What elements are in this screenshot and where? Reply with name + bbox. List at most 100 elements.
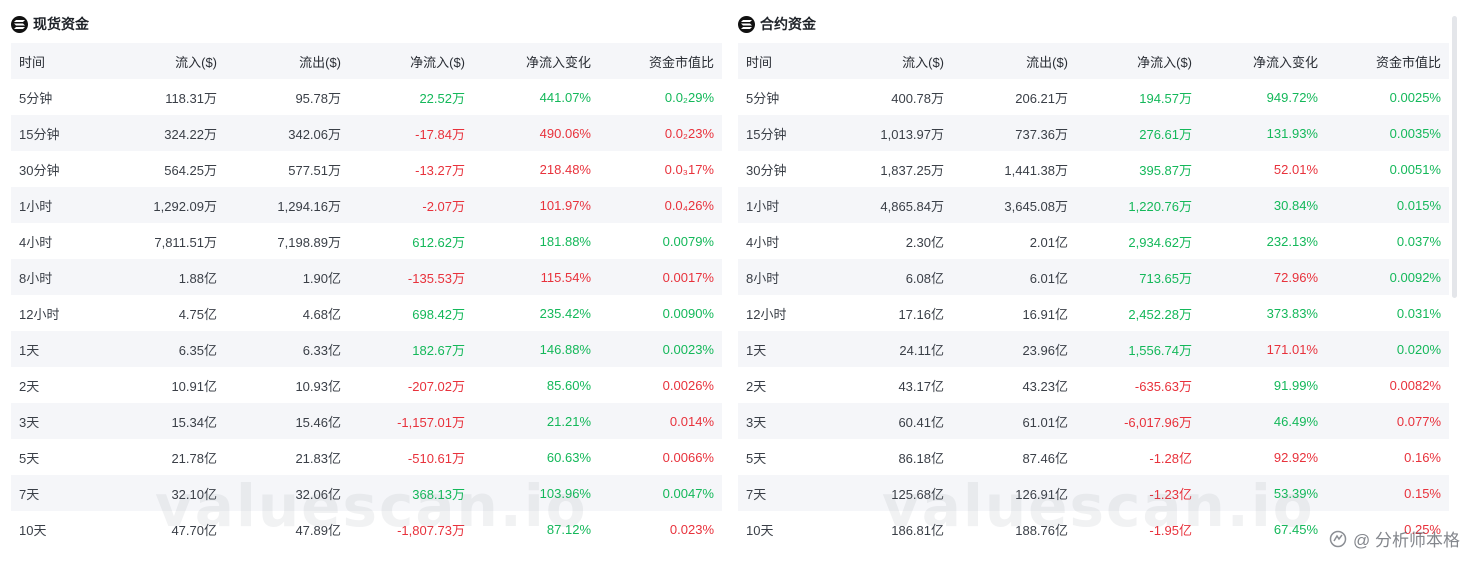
cell-net-change: 101.97% [473, 187, 599, 223]
cell-net-inflow: 713.65万 [1076, 259, 1200, 295]
cell-inflow: 43.17亿 [898, 378, 944, 394]
table-row: 30分钟 564.25万 577.51万 -13.27万 218.48% 0.0₃17% [11, 151, 722, 187]
cell-inflow: 21.78亿 [171, 450, 217, 466]
table-row: 3天 15.34亿 15.46亿 -1,157.01万 21.21% 0.014% [11, 403, 722, 439]
cell-inflow: 86.18亿 [898, 450, 944, 466]
cell-outflow: 95.78万 [295, 90, 341, 106]
cell-inflow: 1,292.09万 [114, 187, 225, 223]
cell-net-inflow: -1.95亿 [1149, 522, 1192, 538]
page-scrollbar[interactable] [1452, 16, 1457, 298]
cell-time: 5天 [19, 450, 40, 466]
table-row: 5分钟 400.78万 206.21万 194.57万 949.72% 0.0025% [738, 79, 1449, 115]
cell-net-change: 103.96% [473, 475, 599, 511]
source-attribution: @ 分析师本格 [1329, 526, 1460, 551]
cell-net-inflow: -510.61万 [407, 450, 465, 466]
futures-panel-header: 合约资金 [738, 10, 1449, 38]
coin-logo-icon [738, 15, 755, 33]
cell-time: 12小时 [19, 306, 60, 322]
cell-inflow: 6.35亿 [114, 331, 225, 367]
cell-mcap-ratio: 0.023% [669, 521, 714, 537]
cell-time: 1天 [738, 331, 841, 367]
cell-net-change: 115.54% [473, 259, 599, 295]
cell-outflow: 737.36万 [952, 115, 1076, 151]
cell-time: 15分钟 [11, 115, 114, 151]
cell-outflow: 577.51万 [288, 162, 341, 178]
cell-mcap-ratio: 0.020% [1326, 331, 1449, 367]
column-header-outflow: 流出($) [952, 43, 1076, 79]
cell-net-change: 171.01% [1200, 331, 1326, 367]
cell-time: 10天 [19, 522, 47, 538]
cell-net-change: 52.01% [1273, 161, 1318, 177]
cell-mcap-ratio: 0.014% [599, 403, 722, 439]
cell-net-inflow: 194.57万 [1139, 90, 1192, 106]
cell-inflow: 7,811.51万 [154, 234, 217, 250]
table-header-row: 时间 流入($) 流出($) 净流入($) 净流入变化 资金市值比 [11, 43, 722, 79]
cell-inflow: 4.75亿 [178, 306, 217, 322]
cell-net-inflow: 2,934.62万 [1128, 234, 1192, 250]
cell-time: 1天 [11, 331, 114, 367]
column-header-inflow: 流入($) [841, 43, 952, 79]
table-row: 1小时 1,292.09万 1,294.16万 -2.07万 101.97% 0.0₄26… [11, 187, 722, 223]
cell-time: 4小时 [746, 234, 780, 250]
cell-time: 5天 [746, 450, 767, 466]
cell-time: 3天 [11, 403, 114, 439]
cell-time: 8小时 [738, 259, 841, 295]
column-header-net-inflow-change: 净流入变化 [1200, 43, 1326, 79]
cell-net-inflow: -1,807.73万 [397, 522, 465, 538]
spot-panel-header: 现货资金 [11, 10, 722, 38]
spot-panel-title: 现货资金 [33, 16, 89, 32]
cell-net-inflow: -1,157.01万 [349, 403, 473, 439]
table-row: 4小时 7,811.51万 7,198.89万 612.62万 181.88% 0.007… [11, 223, 722, 259]
cell-net-inflow: 22.52万 [419, 90, 465, 106]
cell-mcap-ratio: 0.0090% [662, 305, 714, 321]
cell-outflow: 16.91亿 [1022, 306, 1068, 322]
table-row: 1小时 4,865.84万 3,645.08万 1,220.76万 30.84% 0.01… [738, 187, 1449, 223]
cell-time: 7天 [738, 475, 841, 511]
table-row: 5天 21.78亿 21.83亿 -510.61万 60.63% 0.0066% [11, 439, 722, 475]
cell-time: 2天 [746, 378, 767, 394]
cell-net-change: 218.48% [539, 161, 591, 177]
cell-time: 1小时 [738, 187, 841, 223]
cell-outflow: 1,441.38万 [1004, 162, 1068, 178]
cell-net-change: 85.60% [546, 377, 591, 393]
cell-inflow: 10.91亿 [171, 378, 217, 394]
cell-net-inflow: 395.87万 [1139, 162, 1192, 178]
cell-net-inflow: 1,556.74万 [1076, 331, 1200, 367]
cell-mcap-ratio: 0.16% [1404, 449, 1441, 465]
cell-outflow: 1.90亿 [225, 259, 349, 295]
cell-inflow: 2.30亿 [905, 234, 944, 250]
cell-net-change: 67.45% [1273, 521, 1318, 537]
table-row: 15分钟 1,013.97万 737.36万 276.61万 131.93% 0.0035… [738, 115, 1449, 151]
cell-inflow: 60.41亿 [841, 403, 952, 439]
cell-net-change: 235.42% [539, 305, 591, 321]
cell-inflow: 1,013.97万 [841, 115, 952, 151]
cell-net-change: 181.88% [539, 233, 591, 249]
cell-net-change: 373.83% [1266, 305, 1318, 321]
column-header-capital-mcap-ratio: 资金市值比 [599, 43, 722, 79]
column-header-net-inflow-change: 净流入变化 [473, 43, 599, 79]
cell-outflow: 23.96亿 [952, 331, 1076, 367]
table-row: 1天 24.11亿 23.96亿 1,556.74万 171.01% 0.020% [738, 331, 1449, 367]
column-header-time: 时间 [738, 43, 841, 79]
cell-outflow: 21.83亿 [295, 450, 341, 466]
cell-net-inflow: -1.28亿 [1149, 450, 1192, 466]
cell-net-inflow: 1,220.76万 [1076, 187, 1200, 223]
cell-time: 5分钟 [746, 90, 780, 106]
cell-mcap-ratio: 0.15% [1326, 475, 1449, 511]
source-logo-icon [1329, 530, 1347, 548]
cell-inflow: 564.25万 [164, 162, 217, 178]
table-row: 10天 47.70亿 47.89亿 -1,807.73万 87.12% 0.023% [11, 511, 722, 547]
cell-mcap-ratio: 0.0026% [662, 377, 714, 393]
cell-outflow: 188.76亿 [1015, 522, 1068, 538]
cell-outflow: 61.01亿 [952, 403, 1076, 439]
cell-time: 15分钟 [738, 115, 841, 151]
cell-outflow: 6.33亿 [225, 331, 349, 367]
cell-time: 10天 [746, 522, 774, 538]
cell-net-change: 232.13% [1266, 233, 1318, 249]
table-row: 4小时 2.30亿 2.01亿 2,934.62万 232.13% 0.037% [738, 223, 1449, 259]
cell-inflow: 186.81亿 [891, 522, 944, 538]
cell-inflow: 47.70亿 [171, 522, 217, 538]
column-header-capital-mcap-ratio: 资金市值比 [1326, 43, 1449, 79]
futures-capital-panel: 合约资金 时间 流入($) 流出($) 净流入($) 净流入变化 资金市值比 5… [738, 10, 1449, 547]
cell-net-change: 91.99% [1273, 377, 1318, 393]
